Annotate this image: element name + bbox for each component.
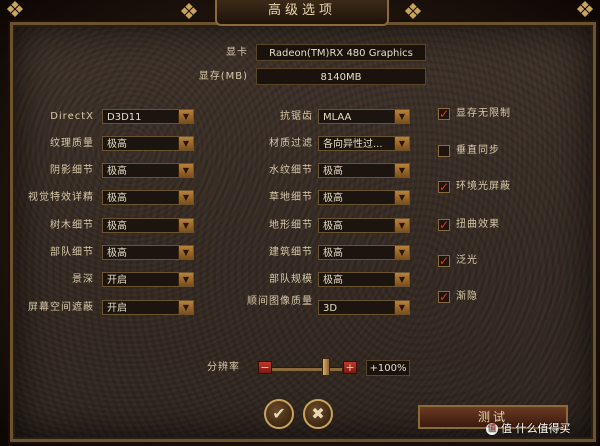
setting-label: 部队规模	[269, 274, 313, 285]
chevron-down-icon: ▼	[178, 137, 193, 150]
setting-label: 水纹细节	[269, 165, 313, 176]
setting-value: 极高	[323, 221, 343, 232]
setting-dropdown[interactable]: 极高 ▼	[318, 272, 410, 287]
setting-label: 材质过滤	[269, 138, 313, 149]
title-ornament-icon: ❖	[403, 0, 423, 25]
chevron-down-icon: ▼	[178, 191, 193, 204]
window-title: 高级选项	[215, 0, 389, 26]
watermark-logo-icon: 值	[486, 423, 498, 435]
checkbox-label: 垂直同步	[456, 145, 500, 156]
checkbox-label: 泛光	[456, 255, 478, 266]
chevron-down-icon: ▼	[394, 137, 409, 150]
setting-dropdown[interactable]: 极高 ▼	[102, 190, 194, 205]
setting-label: 视觉特效详精	[28, 192, 94, 203]
setting-value: 开启	[107, 275, 127, 286]
setting-label: 顺间图像质量	[247, 296, 313, 307]
corner-ornament-icon: ❖	[5, 0, 25, 23]
resolution-value: +100%	[366, 360, 410, 376]
checkbox-label: 渐隐	[456, 291, 478, 302]
setting-dropdown[interactable]: 3D ▼	[318, 300, 410, 315]
setting-label: 草地细节	[269, 192, 313, 203]
chevron-down-icon: ▼	[178, 246, 193, 259]
chevron-down-icon: ▼	[394, 273, 409, 286]
chevron-down-icon: ▼	[394, 164, 409, 177]
checkbox[interactable]: ✓	[438, 255, 450, 267]
resolution-slider-thumb[interactable]	[322, 358, 330, 376]
watermark-text: 值 什么值得买	[501, 422, 571, 435]
checkbox[interactable]	[438, 145, 450, 157]
checkbox-label: 显存无限制	[456, 108, 511, 119]
chevron-down-icon: ▼	[394, 191, 409, 204]
setting-value: 极高	[107, 166, 127, 177]
vram-label: 显存(MB)	[198, 71, 248, 82]
checkbox[interactable]: ✓	[438, 181, 450, 193]
checkbox-label: 环境光屏蔽	[456, 181, 511, 192]
setting-dropdown[interactable]: 极高 ▼	[318, 163, 410, 178]
setting-dropdown[interactable]: 开启 ▼	[102, 272, 194, 287]
chevron-down-icon: ▼	[178, 110, 193, 123]
setting-value: 极高	[323, 275, 343, 286]
setting-dropdown[interactable]: 极高 ▼	[102, 136, 194, 151]
setting-value: 极高	[323, 248, 343, 259]
setting-dropdown[interactable]: 极高 ▼	[318, 218, 410, 233]
setting-dropdown[interactable]: 极高 ▼	[318, 190, 410, 205]
cancel-button[interactable]: ✖	[303, 399, 333, 429]
confirm-button[interactable]: ✔	[264, 399, 294, 429]
setting-dropdown[interactable]: 各向异性过... ▼	[318, 136, 410, 151]
setting-value: D3D11	[107, 112, 142, 123]
setting-value: 极高	[107, 248, 127, 259]
checkbox-label: 扭曲效果	[456, 219, 500, 230]
resolution-increase-button[interactable]: +	[343, 361, 357, 374]
chevron-down-icon: ▼	[394, 301, 409, 314]
vram-value: 8140MB	[256, 68, 426, 85]
chevron-down-icon: ▼	[394, 110, 409, 123]
title-ornament-icon: ❖	[179, 0, 199, 25]
setting-label: 阴影细节	[50, 165, 94, 176]
setting-dropdown[interactable]: 极高 ▼	[102, 218, 194, 233]
setting-dropdown[interactable]: 极高 ▼	[318, 245, 410, 260]
checkbox[interactable]: ✓	[438, 108, 450, 120]
resolution-decrease-button[interactable]: −	[258, 361, 272, 374]
setting-label: 景深	[72, 274, 94, 285]
setting-value: 开启	[107, 303, 127, 314]
resolution-slider-track[interactable]	[272, 367, 342, 371]
setting-label: 屏幕空间遮蔽	[28, 302, 94, 313]
setting-value: 极高	[107, 221, 127, 232]
setting-label: 地形细节	[269, 220, 313, 231]
setting-dropdown[interactable]: D3D11 ▼	[102, 109, 194, 124]
setting-value: 3D	[323, 303, 338, 314]
chevron-down-icon: ▼	[178, 273, 193, 286]
setting-label: 建筑细节	[269, 247, 313, 258]
setting-label: 纹理质量	[50, 138, 94, 149]
checkbox[interactable]: ✓	[438, 219, 450, 231]
setting-label: 部队细节	[50, 247, 94, 258]
setting-label: 树木细节	[50, 220, 94, 231]
chevron-down-icon: ▼	[178, 301, 193, 314]
x-icon: ✖	[311, 404, 325, 423]
resolution-label: 分辨率	[207, 362, 240, 373]
setting-value: 极高	[107, 193, 127, 204]
watermark: 值值 什么值得买	[486, 420, 571, 436]
setting-label: 抗锯齿	[280, 111, 313, 122]
checkbox[interactable]: ✓	[438, 291, 450, 303]
chevron-down-icon: ▼	[178, 219, 193, 232]
chevron-down-icon: ▼	[178, 164, 193, 177]
setting-value: 极高	[107, 139, 127, 150]
gpu-label: 显卡	[226, 47, 248, 58]
setting-dropdown[interactable]: 极高 ▼	[102, 245, 194, 260]
setting-label: DirectX	[50, 111, 94, 122]
corner-ornament-icon: ❖	[575, 0, 595, 23]
chevron-down-icon: ▼	[394, 219, 409, 232]
setting-dropdown[interactable]: 极高 ▼	[102, 163, 194, 178]
setting-value: MLAA	[323, 112, 352, 123]
setting-dropdown[interactable]: MLAA ▼	[318, 109, 410, 124]
setting-dropdown[interactable]: 开启 ▼	[102, 300, 194, 315]
setting-value: 极高	[323, 166, 343, 177]
setting-value: 极高	[323, 193, 343, 204]
setting-value: 各向异性过...	[323, 139, 383, 150]
chevron-down-icon: ▼	[394, 246, 409, 259]
gpu-value: Radeon(TM)RX 480 Graphics	[256, 44, 426, 61]
check-icon: ✔	[272, 404, 286, 423]
